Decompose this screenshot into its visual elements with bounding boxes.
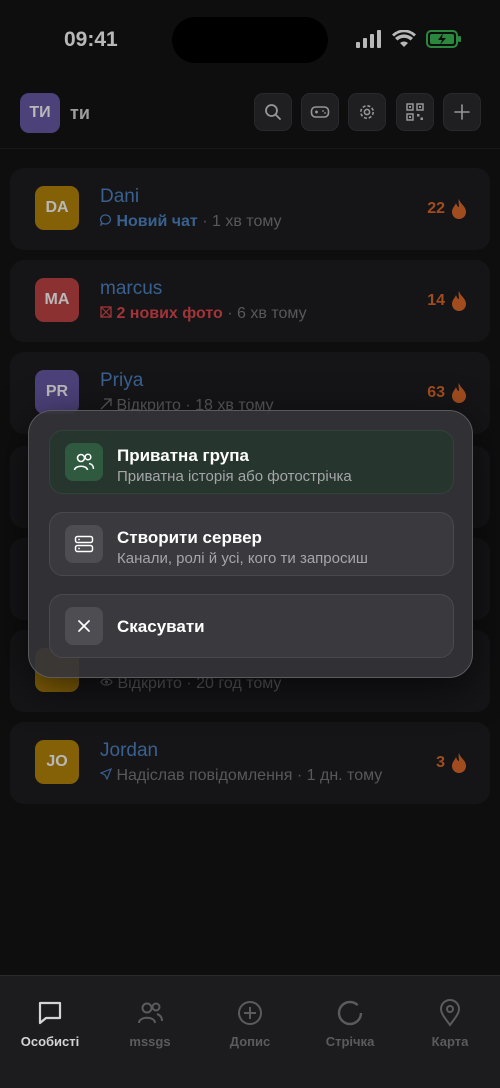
plus-circle-icon: [238, 1001, 262, 1025]
option-subtitle: Приватна історія або фотострічка: [117, 468, 352, 485]
people-icon: [138, 1002, 163, 1024]
tab-personal[interactable]: Особисті: [0, 998, 100, 1049]
cancel-option[interactable]: Скасувати: [49, 594, 454, 658]
location-pin-icon: [439, 999, 461, 1027]
option-title: Скасувати: [117, 617, 205, 636]
close-icon: [65, 607, 103, 645]
tab-label: Особисті: [20, 1034, 80, 1049]
option-title: Створити сервер: [117, 528, 262, 547]
tab-label: Допис: [229, 1034, 271, 1049]
create-action-sheet: Приватна група Приватна історія або фото…: [28, 410, 473, 678]
tab-map[interactable]: Карта: [400, 998, 500, 1049]
option-subtitle: Канали, ролі й усі, кого ти запросиш: [117, 550, 368, 567]
tab-label: Карта: [431, 1034, 469, 1049]
chat-icon: [38, 1001, 62, 1025]
tab-post[interactable]: Допис: [200, 998, 300, 1049]
bottom-tab-bar: Особисті mssgs Допис Стрічка Карта: [0, 975, 500, 1088]
private-group-option[interactable]: Приватна група Приватна історія або фото…: [49, 430, 454, 494]
tab-label: mssgs: [129, 1034, 171, 1049]
option-title: Приватна група: [117, 446, 249, 465]
tab-label: Стрічка: [325, 1034, 375, 1049]
tab-feed[interactable]: Стрічка: [300, 998, 400, 1049]
group-icon: [65, 443, 103, 481]
server-icon: [65, 525, 103, 563]
tab-mssgs[interactable]: mssgs: [100, 998, 200, 1049]
create-server-option[interactable]: Створити сервер Канали, ролі й усі, кого…: [49, 512, 454, 576]
circle-icon: [337, 1000, 363, 1026]
